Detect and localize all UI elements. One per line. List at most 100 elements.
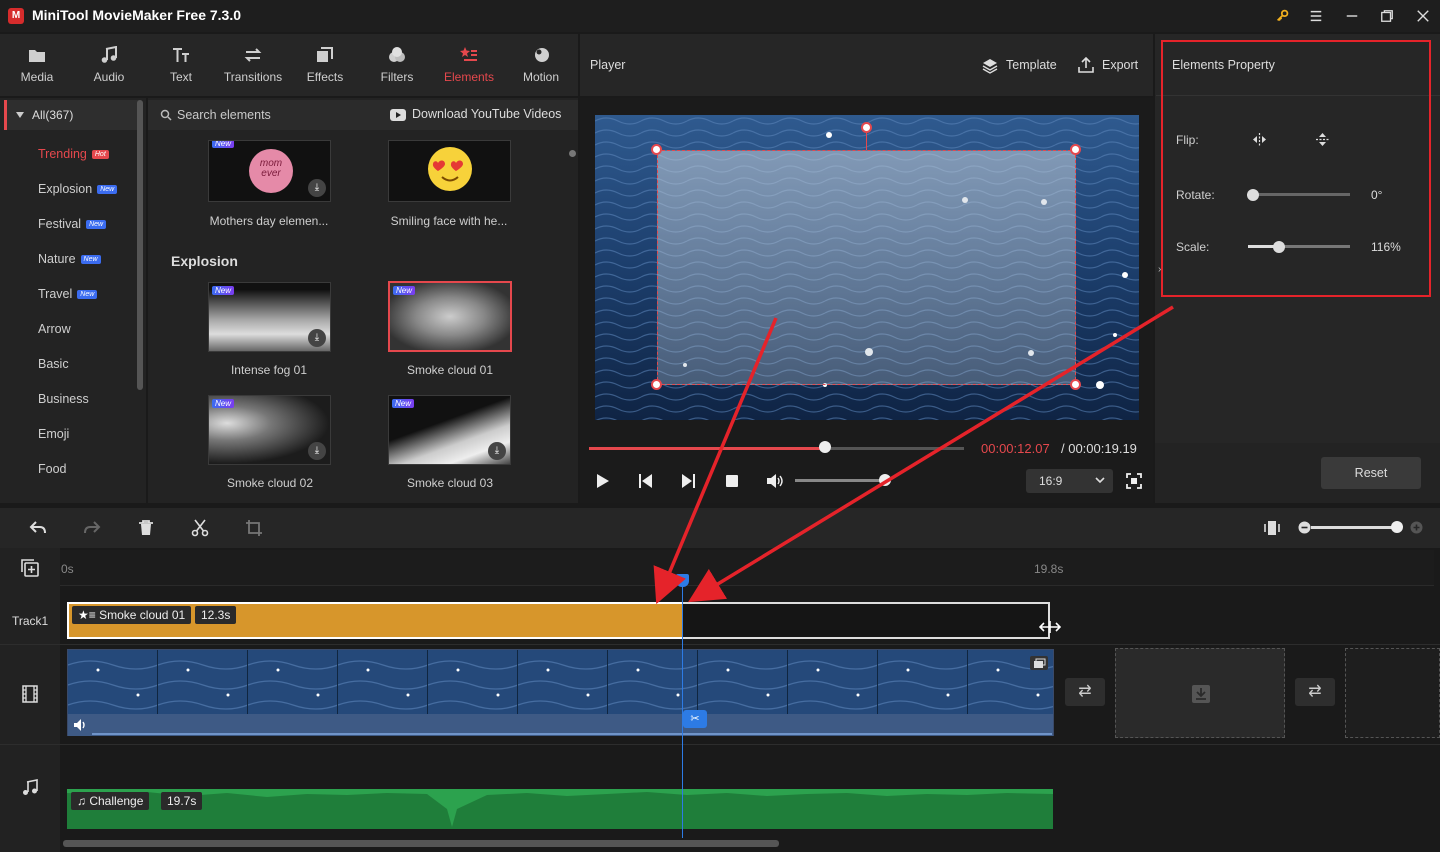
aspect-ratio-select[interactable]: 16:9 — [1026, 469, 1113, 493]
category-label: Arrow — [38, 322, 71, 336]
template-button[interactable]: Template — [1006, 58, 1057, 72]
timeline-scrollbar[interactable] — [63, 840, 779, 847]
download-icon[interactable]: ⤓ — [308, 179, 326, 197]
sticker-text: mom ever — [259, 158, 283, 179]
heart-eyes-emoji-icon — [428, 147, 472, 191]
element-thumb-smoke-cloud-03[interactable]: New ⤓ — [388, 395, 511, 465]
resize-handle[interactable] — [651, 379, 662, 390]
volume-slider[interactable] — [795, 479, 890, 482]
nav-effects[interactable]: Effects — [290, 34, 360, 96]
stop-icon[interactable] — [723, 472, 741, 490]
split-scissors-icon[interactable] — [191, 519, 209, 537]
category-nature[interactable]: Nature New — [38, 252, 101, 272]
fit-timeline-icon[interactable] — [1263, 519, 1281, 537]
rotate-handle[interactable] — [861, 122, 872, 133]
player-title: Player — [590, 58, 626, 72]
element-thumb-mothers-day[interactable]: New mom ever ⤓ — [208, 140, 331, 202]
minimize-icon[interactable] — [1338, 4, 1366, 28]
elements-scrollbar[interactable] — [569, 150, 576, 157]
caret-down-icon — [16, 112, 24, 118]
category-festival[interactable]: Festival New — [38, 217, 107, 237]
fullscreen-icon[interactable] — [1125, 472, 1143, 490]
previous-frame-icon[interactable] — [637, 472, 655, 490]
redo-icon[interactable] — [83, 519, 101, 537]
maximize-icon[interactable] — [1373, 4, 1401, 28]
resize-handle[interactable] — [1070, 144, 1081, 155]
add-track-icon[interactable] — [21, 559, 39, 577]
menu-icon[interactable] — [1302, 4, 1330, 28]
category-scrollbar[interactable] — [137, 100, 143, 390]
split-at-playhead-icon[interactable]: ✂ — [683, 710, 707, 728]
category-emoji[interactable]: Emoji — [38, 427, 69, 447]
category-basic[interactable]: Basic — [38, 357, 69, 377]
element-label: Smiling face with he... — [390, 214, 508, 228]
playhead-handle[interactable] — [676, 574, 689, 587]
category-arrow[interactable]: Arrow — [38, 322, 71, 342]
transition-slot[interactable]: ⇄ — [1065, 678, 1105, 706]
empty-media-slot[interactable] — [1345, 648, 1440, 738]
nav-audio[interactable]: Audio — [74, 34, 144, 96]
zoom-knob[interactable] — [1390, 521, 1403, 533]
nav-elements[interactable]: Elements — [434, 34, 504, 96]
element-clip-extension[interactable] — [682, 602, 1050, 639]
empty-media-slot[interactable] — [1115, 648, 1285, 738]
zoom-out-icon[interactable] — [1298, 521, 1311, 534]
download-icon[interactable]: ⤓ — [488, 442, 506, 460]
zoom-in-icon[interactable] — [1410, 521, 1423, 534]
resize-handle[interactable] — [1070, 379, 1081, 390]
smoke-cloud-overlay[interactable] — [657, 150, 1076, 385]
audio-track-icon — [23, 779, 38, 795]
element-thumb-intense-fog[interactable]: New ⤓ — [208, 282, 331, 352]
search-input[interactable]: Search elements — [177, 108, 271, 122]
nav-media[interactable]: Media — [2, 34, 72, 96]
export-icon — [1078, 57, 1094, 73]
element-thumb-smiling-face[interactable] — [388, 140, 511, 202]
category-travel[interactable]: Travel New — [38, 287, 98, 307]
nav-label: Media — [20, 70, 54, 84]
element-clip[interactable]: ★≡ Smoke cloud 01 12.3s — [67, 602, 682, 639]
category-all[interactable]: All(367) — [4, 100, 140, 130]
resize-handle[interactable] — [651, 144, 662, 155]
export-button[interactable]: Export — [1102, 58, 1138, 72]
next-frame-icon[interactable] — [679, 472, 697, 490]
category-business[interactable]: Business — [38, 392, 89, 412]
nav-label: Motion — [522, 70, 560, 84]
reset-button[interactable]: Reset — [1321, 457, 1421, 489]
nav-filters[interactable]: Filters — [362, 34, 432, 96]
element-thumb-smoke-cloud-02[interactable]: New ⤓ — [208, 395, 331, 465]
nav-motion[interactable]: Motion — [506, 34, 576, 96]
download-youtube-link[interactable]: Download YouTube Videos — [412, 107, 561, 121]
nav-transitions[interactable]: Transitions — [218, 34, 288, 96]
new-badge: New — [392, 399, 415, 408]
crop-icon[interactable] — [245, 519, 263, 537]
panel-collapse-icon[interactable]: › — [1158, 264, 1161, 275]
nav-text[interactable]: Text — [146, 34, 216, 96]
time-ruler[interactable] — [60, 550, 1434, 586]
transition-slot[interactable]: ⇄ — [1295, 678, 1335, 706]
clip-layers-icon[interactable] — [1030, 656, 1048, 670]
download-icon[interactable]: ⤓ — [308, 442, 326, 460]
undo-icon[interactable] — [29, 519, 47, 537]
close-icon[interactable] — [1409, 4, 1437, 28]
element-thumb-smoke-cloud-01[interactable]: New — [388, 281, 512, 352]
play-icon[interactable] — [593, 472, 611, 490]
zoom-slider[interactable] — [1311, 526, 1401, 529]
clip-volume-icon[interactable] — [73, 718, 88, 732]
audio-clip[interactable]: ♫ Challenge 19.7s — [67, 789, 1053, 829]
category-label: Festival — [38, 217, 82, 231]
category-explosion[interactable]: Explosion New — [38, 182, 118, 202]
ruler-start-label: 0s — [61, 562, 74, 576]
video-volume-line[interactable] — [92, 733, 1052, 735]
timeline-toolbar — [0, 508, 1440, 548]
key-icon[interactable] — [1268, 4, 1296, 28]
youtube-icon — [390, 109, 406, 121]
current-time: 00:00:12.07 — [981, 441, 1050, 456]
track1-label: Track1 — [12, 614, 49, 628]
delete-icon[interactable] — [137, 519, 155, 537]
download-icon[interactable]: ⤓ — [308, 329, 326, 347]
volume-icon[interactable] — [766, 472, 784, 490]
category-trending[interactable]: Trending Hot — [38, 147, 109, 167]
category-food[interactable]: Food — [38, 462, 67, 482]
music-note-icon: ♫ — [77, 794, 86, 808]
search-icon — [160, 109, 172, 121]
